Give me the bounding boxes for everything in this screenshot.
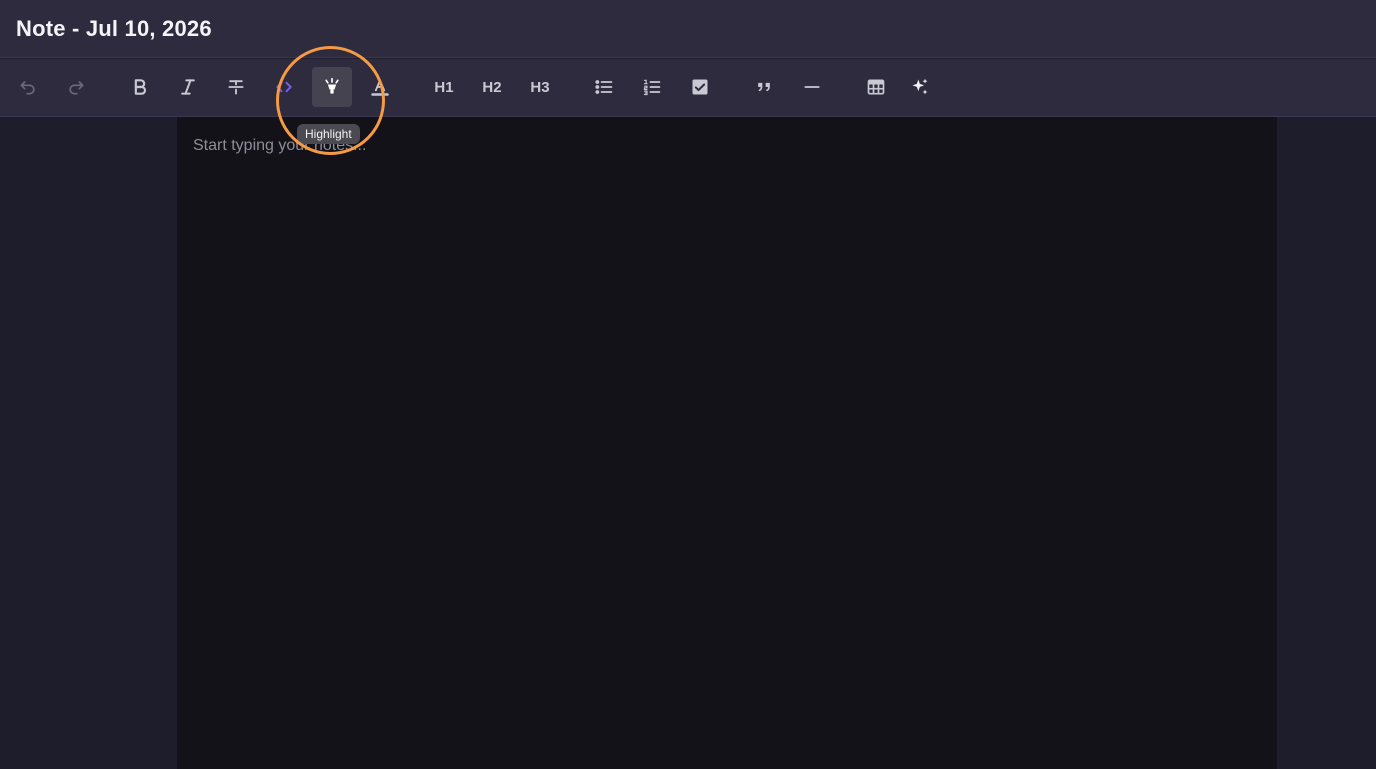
- formatting-toolbar: H1 H2 H3: [0, 59, 1376, 117]
- sparkles-icon: [912, 78, 928, 95]
- checkbox-icon: [692, 79, 708, 95]
- title-bar: Note - Jul 10, 2026: [0, 0, 1376, 58]
- heading-2-button[interactable]: H2: [472, 67, 512, 107]
- highlight-tooltip: Highlight: [297, 124, 360, 144]
- redo-button[interactable]: [56, 67, 96, 107]
- undo-button[interactable]: [8, 67, 48, 107]
- table-icon: [867, 79, 885, 95]
- ordered-list-button[interactable]: [632, 67, 672, 107]
- heading-1-label: H1: [434, 78, 454, 96]
- horizontal-rule-button[interactable]: [792, 67, 832, 107]
- checkbox-button[interactable]: [680, 67, 720, 107]
- code-button[interactable]: [264, 67, 304, 107]
- ordered-list-icon: [643, 79, 661, 96]
- heading-1-button[interactable]: H1: [424, 67, 464, 107]
- text-color-icon: [371, 79, 389, 96]
- code-icon: [276, 81, 292, 93]
- ai-sparkles-button[interactable]: [900, 67, 940, 107]
- highlight-button[interactable]: [312, 67, 352, 107]
- horizontal-rule-icon: [804, 86, 820, 88]
- text-color-button[interactable]: [360, 67, 400, 107]
- heading-3-button[interactable]: H3: [520, 67, 560, 107]
- quote-icon: [758, 82, 770, 92]
- heading-2-label: H2: [482, 78, 502, 96]
- strikethrough-button[interactable]: [216, 67, 256, 107]
- highlight-icon: [325, 77, 339, 94]
- undo-icon: [20, 81, 35, 95]
- quote-button[interactable]: [744, 67, 784, 107]
- redo-icon: [69, 81, 84, 95]
- note-editor[interactable]: Start typing your notes...: [177, 117, 1277, 769]
- page-title: Note - Jul 10, 2026: [16, 15, 212, 41]
- bold-button[interactable]: [120, 67, 160, 107]
- bullet-list-icon: [595, 80, 613, 94]
- table-button[interactable]: [856, 67, 896, 107]
- bullet-list-button[interactable]: [584, 67, 624, 107]
- bold-icon: [134, 79, 146, 95]
- heading-3-label: H3: [530, 78, 550, 96]
- italic-icon: [181, 79, 195, 95]
- italic-button[interactable]: [168, 67, 208, 107]
- strikethrough-icon: [228, 80, 244, 95]
